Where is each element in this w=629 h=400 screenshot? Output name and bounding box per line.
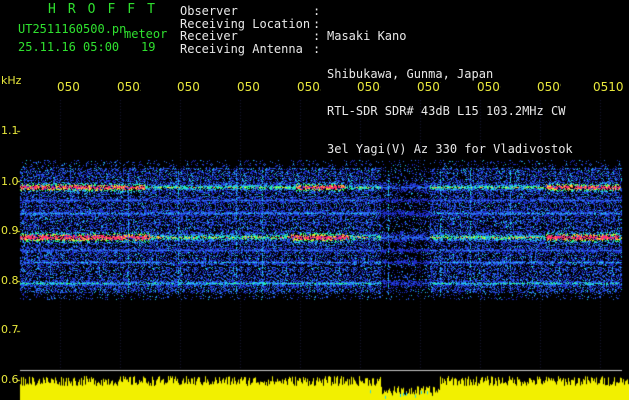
station-info-colons: :::: xyxy=(313,4,321,56)
brand-title: HROFFT xyxy=(48,2,167,17)
x-tick: 050 xyxy=(177,80,200,94)
y-tick-0-8: 0.8 xyxy=(1,274,19,287)
x-tick: 050( xyxy=(357,80,381,94)
info-label-receiver: Receiver xyxy=(180,29,238,43)
info-value-location: Shibukawa, Gunma, Japan xyxy=(327,66,494,81)
y-tick-0-7: 0.7 xyxy=(1,323,19,336)
x-tick: 0509 xyxy=(537,80,561,94)
meteor-count: 19 xyxy=(141,40,156,54)
y-tick-0-6: 0.6 xyxy=(1,373,19,386)
x-tick: 050( xyxy=(477,80,501,94)
info-label-antenna: Receiving Antenna xyxy=(180,41,303,56)
meteor-label: meteor xyxy=(124,27,168,41)
filename-label: UT2511160500.pn xyxy=(18,22,127,36)
station-info-labels: Observer Receiving Location Receiver Rec… xyxy=(180,5,310,55)
datetime-label: 25.11.16 05:00 xyxy=(18,40,120,54)
x-tick: 050 xyxy=(57,80,80,94)
x-tick: 0502 xyxy=(117,80,141,94)
info-value-observer: Masaki Kano xyxy=(327,29,407,43)
x-tick: 050 xyxy=(237,80,260,94)
y-tick-1-1: 1.1 xyxy=(1,124,19,137)
y-tick-1-0: 1.0 xyxy=(1,175,19,188)
y-axis-unit: kHz xyxy=(1,74,22,87)
x-tick: 0507 xyxy=(417,80,441,94)
info-value-antenna: 3el Yagi(V) Az 330 for Vladivostok xyxy=(327,141,573,156)
y-tick-0-9: 0.9 xyxy=(1,224,19,237)
info-value-receiver: RTL-SDR SDR# 43dB L15 103.2MHz CW xyxy=(327,104,566,118)
x-tick: 0510 xyxy=(593,80,624,94)
info-label-observer: Observer xyxy=(180,4,238,18)
x-tick: 0505 xyxy=(297,80,321,94)
